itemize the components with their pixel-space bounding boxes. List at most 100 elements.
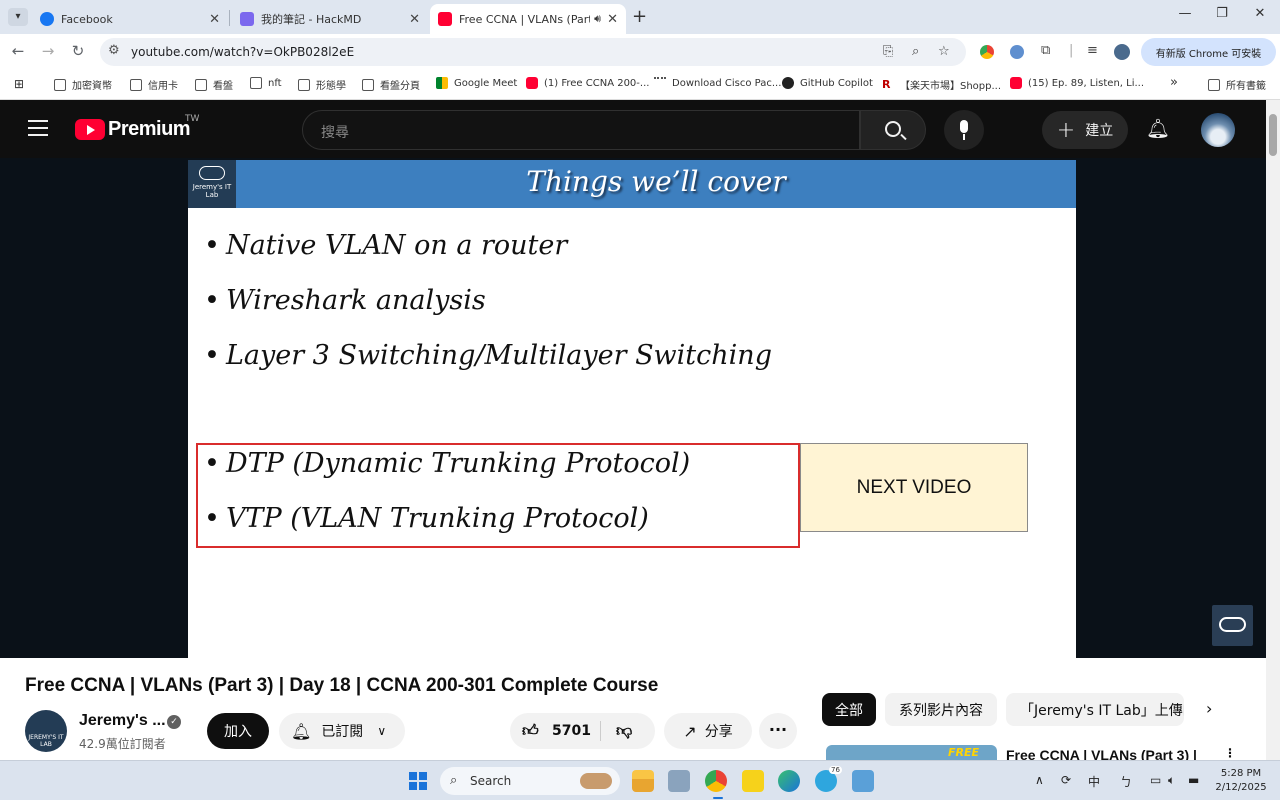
page-scrollbar[interactable] — [1266, 100, 1280, 760]
bookmark-label: (15) Ep. 89, Listen, Li... — [1028, 77, 1145, 89]
system-clock[interactable]: 5:28 PM 2/12/2025 — [1212, 767, 1270, 795]
channel-watermark[interactable] — [1212, 605, 1253, 646]
taskbar-search[interactable]: ⌕ Search — [440, 767, 620, 795]
join-button[interactable]: 加入 — [207, 713, 269, 749]
speaker-icon[interactable]: 🔊︎ — [594, 12, 601, 26]
scrollbar-thumb[interactable] — [1269, 114, 1277, 156]
bookmark-item[interactable]: Google Meet — [436, 77, 517, 89]
minimize-button[interactable]: — — [1170, 6, 1200, 21]
avatar[interactable] — [1201, 113, 1235, 147]
recommended-thumbnail[interactable]: FREE — [826, 745, 997, 760]
folder-icon — [1208, 78, 1220, 91]
puzzle-icon[interactable]: ⧉ — [1041, 43, 1050, 58]
close-window-button[interactable]: ✕ — [1245, 6, 1275, 21]
chip-all[interactable]: 全部 — [822, 693, 876, 726]
file-explorer-icon[interactable] — [632, 770, 654, 792]
tab-facebook[interactable]: Facebook ✕ — [32, 4, 228, 34]
search-button[interactable] — [860, 110, 926, 150]
site-info-icon[interactable]: ⚙︎ — [108, 43, 120, 58]
volume-icon[interactable]: 🔈︎ — [1168, 773, 1175, 788]
youtube-icon — [1010, 77, 1022, 89]
bookmark-item[interactable]: (15) Ep. 89, Listen, Li... — [1010, 77, 1144, 89]
bookmark-item[interactable]: 形態學 — [298, 77, 346, 92]
chevron-up-icon[interactable]: ∧ — [1035, 773, 1044, 787]
network-icon[interactable]: ▭ — [1150, 773, 1161, 787]
close-icon[interactable]: ✕ — [209, 12, 220, 27]
sticky-app-icon[interactable] — [742, 770, 764, 792]
more-vert-icon[interactable]: ⋮ — [1224, 746, 1236, 760]
bookmark-label: 加密資幣 — [72, 81, 112, 92]
region-code: TW — [185, 114, 200, 124]
slide-bullet: • DTP (Dynamic Trunking Protocol) — [204, 448, 691, 479]
new-tab-button[interactable]: + — [632, 6, 647, 27]
tab-youtube-active[interactable]: Free CCNA | VLANs (Part 3) 🔊︎ ✕ — [430, 4, 626, 34]
ime-mode-icon[interactable]: ㄅ — [1120, 773, 1132, 790]
notifications-bell-icon[interactable]: 🔔︎ — [1146, 117, 1170, 140]
channel-name[interactable]: Jeremy's ... — [79, 712, 166, 730]
create-button[interactable]: + 建立 — [1042, 111, 1128, 149]
ime-indicator[interactable]: 中 — [1088, 773, 1100, 790]
address-bar[interactable]: ⚙︎ youtube.com/watch?v=OkPB028l2eE ⎘ ⌕ ☆ — [100, 38, 966, 66]
video-player[interactable]: Jeremy's IT Lab Things we’ll cover • Nati… — [0, 158, 1266, 658]
bookmark-item[interactable]: (1) Free CCNA 200-... — [526, 77, 649, 89]
avatar-text: JEREMY'S IT LAB — [28, 734, 64, 748]
notepad-icon[interactable] — [852, 770, 874, 792]
bookmarks-overflow-button[interactable]: » — [1170, 75, 1178, 90]
all-bookmarks[interactable]: 所有書籤 — [1208, 77, 1266, 92]
youtube-premium-logo[interactable]: Premium TW — [75, 114, 199, 141]
youtube-icon — [438, 12, 452, 26]
notification-badge: 76 — [829, 766, 842, 774]
hamburger-menu-icon[interactable] — [28, 120, 48, 136]
bookmark-label: 【楽天市場】Shopp... — [900, 81, 1002, 92]
back-button[interactable]: ← — [8, 42, 28, 60]
media-control-icon[interactable]: ≡ — [1087, 43, 1098, 58]
voice-search-button[interactable] — [944, 110, 984, 150]
zoom-icon[interactable]: ⌕ — [912, 44, 919, 59]
share-button[interactable]: ↗ 分享 — [664, 713, 752, 749]
bookmark-item[interactable]: R 【楽天市場】Shopp... — [882, 77, 1001, 92]
bookmark-label: GitHub Copilot — [800, 77, 873, 89]
tab-hackmd[interactable]: 我的筆記 - HackMD ✕ — [232, 4, 428, 34]
profile-icon[interactable] — [1114, 44, 1130, 60]
apps-icon[interactable]: ⊞ — [14, 77, 24, 91]
snipping-tool-icon[interactable] — [668, 770, 690, 792]
more-actions-icon[interactable]: ··· — [759, 713, 797, 749]
tab-search-button[interactable]: ▾ — [8, 8, 28, 26]
sync-icon[interactable]: ⟳ — [1061, 773, 1071, 787]
bookmarks-bar: ⊞ 加密資幣 信用卡 看盤 nft 形態學 看盤分頁 Google Meet (… — [0, 70, 1280, 100]
edge-icon[interactable] — [778, 770, 800, 792]
restore-button[interactable]: ❐ — [1207, 6, 1237, 21]
chrome-extension-icon[interactable] — [980, 45, 994, 59]
bookmark-item[interactable]: 加密資幣 — [54, 77, 112, 92]
install-app-icon[interactable]: ⎘ — [883, 44, 893, 59]
subscribed-button[interactable]: 🔔︎ 已訂閱 ∨ — [279, 713, 405, 749]
chip-channel-uploads[interactable]: 「Jeremy's IT Lab」上傳的 — [1006, 693, 1184, 726]
github-icon — [782, 77, 794, 89]
chrome-update-button[interactable]: 有新版 Chrome 可安裝 — [1141, 38, 1276, 66]
thumbs-down-icon[interactable]: 👎︎ — [616, 721, 632, 741]
chevron-right-icon[interactable]: › — [1206, 699, 1212, 718]
extension-icon[interactable] — [1010, 45, 1024, 59]
bookmark-item[interactable]: nft — [250, 77, 282, 89]
facebook-icon — [40, 12, 54, 26]
channel-avatar[interactable]: JEREMY'S IT LAB — [25, 710, 67, 752]
like-count[interactable]: 5701 — [552, 723, 591, 739]
close-icon[interactable]: ✕ — [409, 12, 420, 27]
battery-icon[interactable]: ▬ — [1188, 773, 1199, 787]
reload-button[interactable]: ↻ — [68, 42, 88, 60]
chip-series[interactable]: 系列影片內容 — [885, 693, 997, 726]
like-dislike-bar: 👍︎ 5701 👎︎ — [510, 713, 655, 749]
bookmark-item[interactable]: 看盤 — [195, 77, 233, 92]
divider — [600, 721, 601, 741]
forward-button[interactable]: → — [38, 42, 58, 60]
bookmark-item[interactable]: 信用卡 — [130, 77, 178, 92]
bookmark-item[interactable]: GitHub Copilot — [782, 77, 873, 89]
thumbs-up-icon[interactable]: 👍︎ — [522, 721, 539, 741]
bookmark-item[interactable]: 看盤分頁 — [362, 77, 420, 92]
bookmark-star-icon[interactable]: ☆ — [938, 44, 950, 59]
windows-start-icon[interactable] — [409, 772, 427, 790]
close-icon[interactable]: ✕ — [607, 12, 618, 27]
search-input[interactable]: 搜尋 — [302, 110, 860, 150]
chrome-icon[interactable] — [705, 770, 727, 792]
bookmark-item[interactable]: Download Cisco Pac... — [654, 77, 781, 89]
